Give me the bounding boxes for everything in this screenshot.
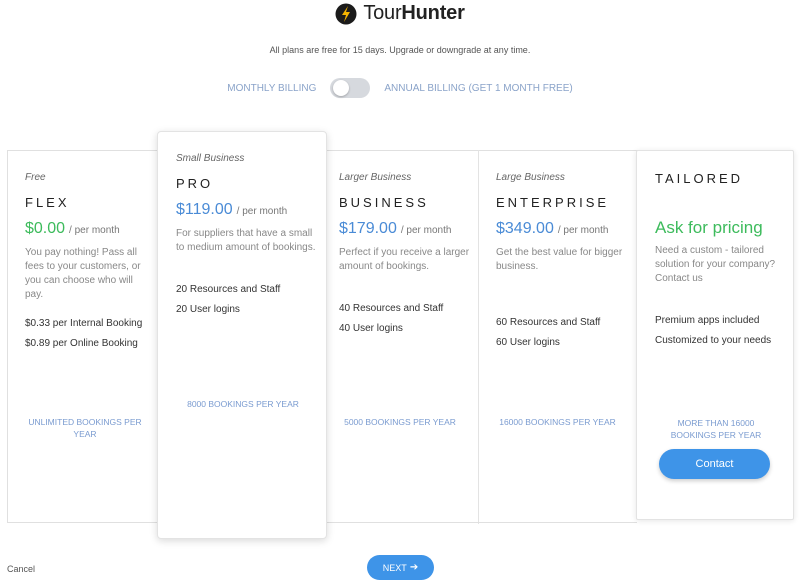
- plan-description: You pay nothing! Pass all fees to your c…: [25, 247, 141, 300]
- next-button[interactable]: NEXT ➔: [367, 555, 434, 580]
- plan-feature: 60 User logins: [496, 337, 560, 348]
- plan-tier: Large Business: [496, 172, 565, 183]
- billing-toggle[interactable]: [330, 78, 371, 98]
- plan-period: / per month: [557, 225, 609, 236]
- contact-button[interactable]: Contact: [659, 449, 770, 479]
- annual-billing-label[interactable]: ANNUAL BILLING (GET 1 MONTH FREE): [384, 83, 572, 94]
- plan-name: ENTERPRISE: [496, 195, 610, 210]
- brand-name: TourHunter: [363, 2, 465, 24]
- plan-booking-cap: 5000 BOOKINGS PER YEAR: [344, 417, 456, 427]
- plan-period: / per month: [400, 225, 452, 236]
- plan-price: $119.00: [176, 201, 233, 218]
- plan-period: / per month: [69, 225, 120, 236]
- plan-price: $0.00: [25, 220, 66, 237]
- plan-price: $179.00: [339, 220, 397, 237]
- tourhunter-logo-icon: [335, 3, 357, 24]
- plan-feature: $0.33 per Internal Booking: [25, 318, 143, 329]
- plan-name: FLEX: [25, 195, 70, 210]
- plan-name: BUSINESS: [339, 195, 429, 210]
- monthly-billing-label[interactable]: MONTHLY BILLING: [227, 83, 316, 94]
- plan-flex: Free FLEX $0.00 / per month You pay noth…: [7, 172, 157, 351]
- plan-period: / per month: [236, 206, 288, 217]
- arrow-right-icon: ➔: [409, 562, 419, 573]
- plan-feature: 60 Resources and Staff: [496, 317, 601, 328]
- plan-booking-cap: UNLIMITED BOOKINGS PER YEAR: [28, 417, 142, 439]
- plan-enterprise: Large Business ENTERPRISE $349.00 / per …: [478, 172, 636, 350]
- plan-description: Perfect if you receive a larger amount o…: [339, 247, 470, 272]
- plan-booking-cap: MORE THAN 16000 BOOKINGS PER YEAR: [670, 418, 762, 440]
- plan-description: Get the best value for bigger business.: [496, 247, 623, 272]
- plan-feature: $0.89 per Online Booking: [25, 338, 138, 349]
- plan-feature: 20 Resources and Staff: [176, 284, 281, 295]
- plan-pro[interactable]: Small Business PRO $119.00 / per month F…: [157, 131, 327, 539]
- plan-name: PRO: [176, 176, 214, 191]
- plan-name: TAILORED: [655, 171, 744, 186]
- plan-feature: Premium apps included: [655, 315, 760, 326]
- plans-subtitle: All plans are free for 15 days. Upgrade …: [269, 45, 531, 55]
- brand-logo: TourHunter: [0, 2, 800, 25]
- cancel-link[interactable]: Cancel: [7, 564, 35, 574]
- billing-switch-row: MONTHLY BILLING ANNUAL BILLING (GET 1 MO…: [0, 78, 800, 98]
- plan-feature: Customized to your needs: [655, 335, 772, 346]
- plan-tier: Small Business: [176, 153, 245, 164]
- plan-business: Larger Business BUSINESS $179.00 / per m…: [321, 172, 478, 336]
- plan-description: Need a custom - tailored solution for yo…: [655, 245, 776, 284]
- plan-tier: Larger Business: [339, 172, 412, 183]
- plan-feature: 40 Resources and Staff: [339, 303, 444, 314]
- plan-price: Ask for pricing: [655, 218, 763, 237]
- plan-feature: 20 User logins: [176, 304, 240, 315]
- plan-booking-cap: 16000 BOOKINGS PER YEAR: [499, 417, 616, 427]
- toggle-knob: [333, 80, 350, 96]
- plan-feature: 40 User logins: [339, 323, 403, 334]
- plan-booking-cap: 8000 BOOKINGS PER YEAR: [187, 399, 299, 409]
- plan-price: $349.00: [496, 220, 554, 237]
- plan-description: For suppliers that have a small to mediu…: [176, 228, 316, 253]
- next-label: NEXT: [382, 562, 407, 573]
- plan-tier: Free: [25, 172, 46, 183]
